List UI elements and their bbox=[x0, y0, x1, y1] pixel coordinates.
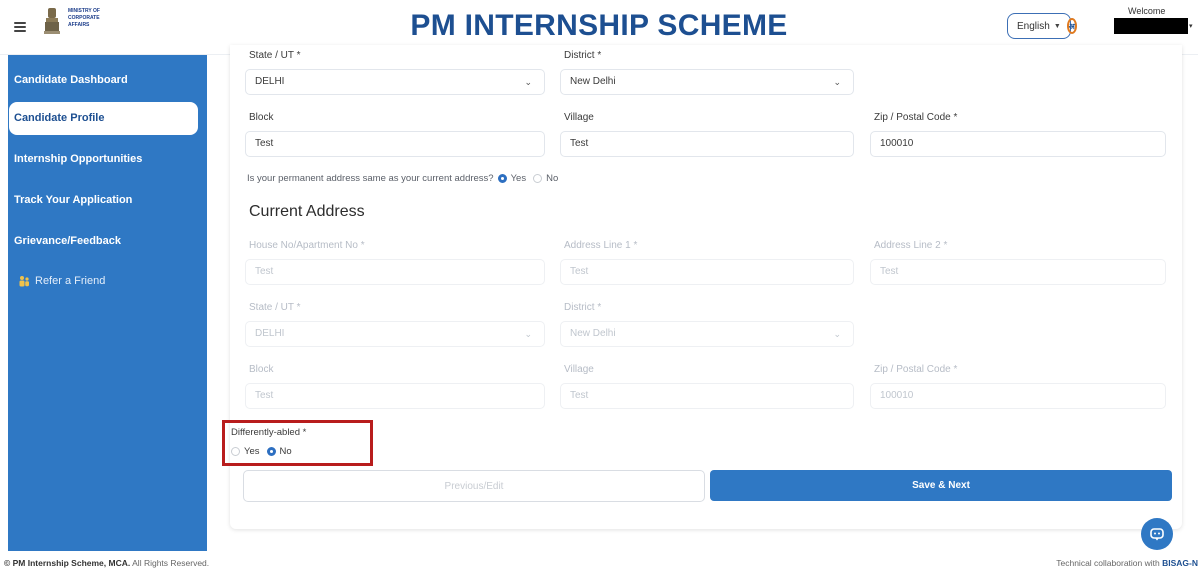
footer-collaboration: Technical collaboration with BISAG-N bbox=[1056, 558, 1198, 568]
current-village-label: Village bbox=[564, 364, 594, 375]
address-line2-label: Address Line 2 * bbox=[874, 240, 948, 251]
state-label: State / UT * bbox=[249, 50, 301, 61]
footer-copyright: © PM Internship Scheme, MCA. All Rights … bbox=[4, 558, 209, 568]
differently-abled-label: Differently-abled * bbox=[231, 427, 307, 438]
state-value: DELHI bbox=[255, 76, 285, 87]
footer-brand-link[interactable]: BISAG-N bbox=[1162, 558, 1198, 568]
state-select[interactable]: DELHI ⌄ bbox=[245, 69, 545, 95]
district-select[interactable]: New Delhi ⌄ bbox=[560, 69, 854, 95]
sidebar-item-grievance-feedback[interactable]: Grievance/Feedback bbox=[14, 235, 121, 247]
candidate-profile-form: State / UT * DELHI ⌄ District * New Delh… bbox=[222, 45, 1182, 529]
current-state-value: DELHI bbox=[255, 328, 285, 339]
welcome-text: Welcome bbox=[1128, 6, 1166, 16]
district-value: New Delhi bbox=[570, 76, 616, 87]
current-state-label: State / UT * bbox=[249, 302, 301, 313]
sidebar-item-candidate-profile[interactable]: Candidate Profile bbox=[9, 102, 198, 135]
footer: © PM Internship Scheme, MCA. All Rights … bbox=[0, 556, 1198, 570]
address-line1-input[interactable]: Test bbox=[560, 259, 854, 285]
footer-copyright-strong: © PM Internship Scheme, MCA. bbox=[4, 558, 131, 568]
current-address-title: Current Address bbox=[249, 203, 365, 220]
block-label: Block bbox=[249, 112, 274, 123]
sidebar-item-track-your-application[interactable]: Track Your Application bbox=[14, 194, 132, 206]
sidebar-item-label: Candidate Profile bbox=[14, 112, 105, 124]
house-label: House No/Apartment No * bbox=[249, 240, 365, 251]
chevron-down-icon: ⌄ bbox=[524, 77, 532, 87]
sidebar: Candidate Dashboard Candidate Profile In… bbox=[8, 55, 207, 551]
sidebar-item-internship-opportunities[interactable]: Internship Opportunities bbox=[14, 153, 142, 165]
same-address-yes-label: Yes bbox=[510, 173, 527, 184]
save-next-button[interactable]: Save & Next bbox=[710, 470, 1172, 501]
district-label: District * bbox=[564, 50, 602, 61]
chevron-down-icon: ▼ bbox=[1053, 22, 1061, 30]
current-village-input[interactable]: Test bbox=[560, 383, 854, 409]
current-block-input[interactable]: Test bbox=[245, 383, 545, 409]
same-address-yes-radio[interactable] bbox=[497, 174, 507, 183]
footer-rights: All Rights Reserved. bbox=[132, 558, 210, 568]
differently-abled-highlight: Differently-abled * Yes No bbox=[222, 420, 373, 466]
language-select[interactable]: English ▼ अ bbox=[1007, 13, 1077, 39]
language-label: English bbox=[1017, 20, 1050, 32]
hindi-language-button[interactable]: अ bbox=[1066, 18, 1077, 34]
village-input[interactable]: Test bbox=[560, 131, 854, 157]
sidebar-item-candidate-dashboard[interactable]: Candidate Dashboard bbox=[14, 74, 128, 86]
address-line2-input[interactable]: Test bbox=[870, 259, 1166, 285]
sidebar-item-refer-a-friend[interactable]: Refer a Friend bbox=[18, 275, 105, 287]
current-block-label: Block bbox=[249, 364, 274, 375]
block-input[interactable]: Test bbox=[245, 131, 545, 157]
village-label: Village bbox=[564, 112, 594, 123]
zip-label: Zip / Postal Code * bbox=[874, 112, 958, 123]
differently-abled-yes-radio[interactable] bbox=[231, 447, 240, 456]
differently-abled-no-radio[interactable] bbox=[266, 447, 276, 456]
differently-abled-no-label: No bbox=[279, 446, 292, 457]
footer-collab-text: Technical collaboration with bbox=[1056, 558, 1160, 568]
current-district-select[interactable]: New Delhi ⌄ bbox=[560, 321, 854, 347]
address-line1-label: Address Line 1 * bbox=[564, 240, 638, 251]
house-input[interactable]: Test bbox=[245, 259, 545, 285]
current-zip-input[interactable]: 100010 bbox=[870, 383, 1166, 409]
current-district-label: District * bbox=[564, 302, 602, 313]
current-zip-label: Zip / Postal Code * bbox=[874, 364, 958, 375]
same-address-question-text: Is your permanent address same as your c… bbox=[247, 173, 494, 184]
chevron-down-icon: ⌄ bbox=[524, 329, 532, 339]
same-address-no-label: No bbox=[546, 173, 559, 184]
same-address-question: Is your permanent address same as your c… bbox=[247, 173, 558, 184]
user-name-redacted[interactable] bbox=[1114, 18, 1188, 34]
differently-abled-options: Yes No bbox=[231, 446, 292, 457]
zip-input[interactable]: 100010 bbox=[870, 131, 1166, 157]
user-menu-chevron-icon[interactable]: ▾ bbox=[1189, 22, 1193, 30]
chevron-down-icon: ⌄ bbox=[833, 77, 841, 87]
previous-edit-button[interactable]: Previous/Edit bbox=[243, 470, 705, 502]
chatbot-icon bbox=[1150, 528, 1164, 541]
sidebar-item-label: Refer a Friend bbox=[35, 275, 106, 287]
current-state-select[interactable]: DELHI ⌄ bbox=[245, 321, 545, 347]
refer-friend-icon bbox=[19, 276, 29, 287]
chevron-down-icon: ⌄ bbox=[833, 329, 841, 339]
chatbot-button[interactable] bbox=[1141, 518, 1173, 550]
differently-abled-yes-label: Yes bbox=[244, 446, 260, 457]
current-district-value: New Delhi bbox=[570, 328, 616, 339]
same-address-no-radio[interactable] bbox=[533, 174, 543, 183]
